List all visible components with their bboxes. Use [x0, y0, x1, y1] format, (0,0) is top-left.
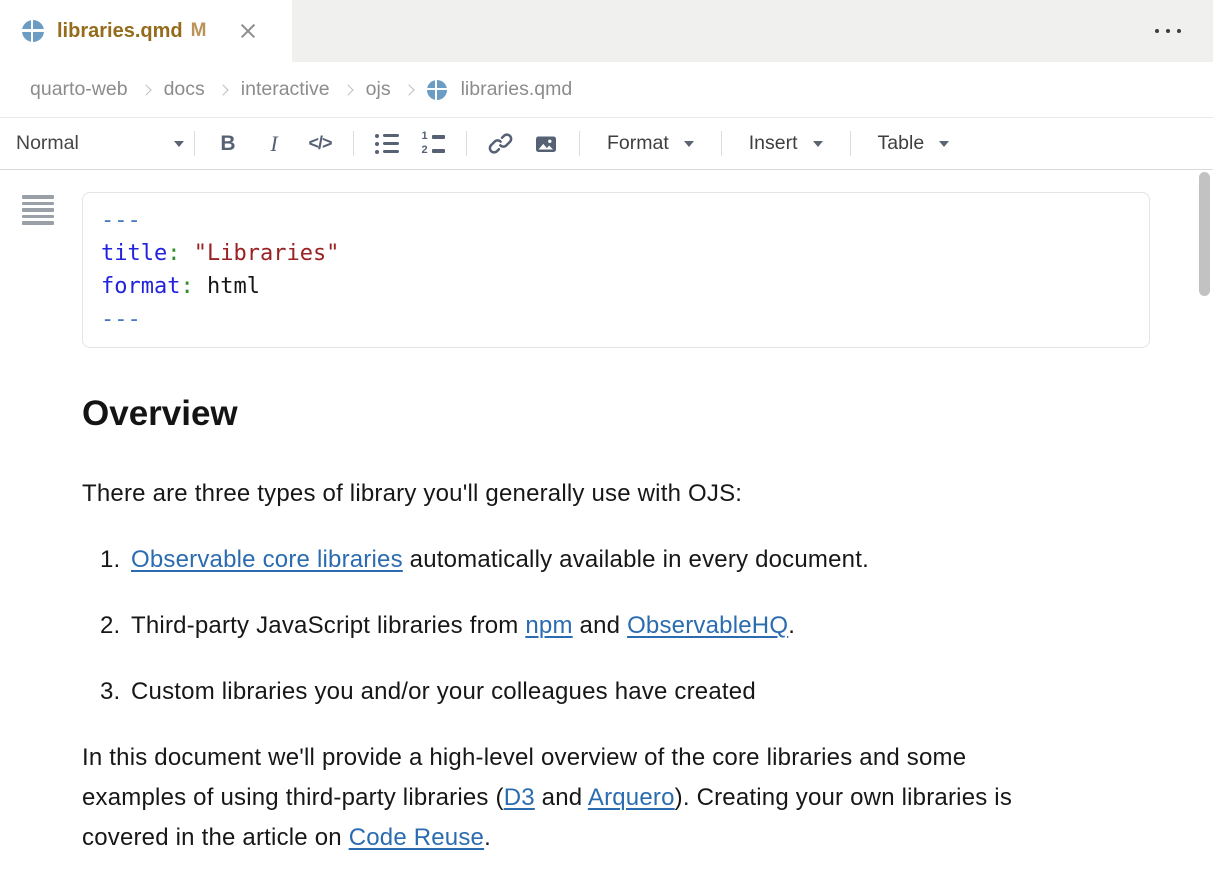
tab-title: libraries.qmd [57, 20, 183, 43]
page-title: Overview [82, 392, 1213, 436]
paragraph-style-value: Normal [16, 132, 79, 155]
list-item-text: Third-party JavaScript libraries from np… [131, 606, 795, 646]
code-button[interactable]: </> [297, 124, 343, 164]
list-marker: 2. [100, 606, 131, 646]
link-arquero[interactable]: Arquero [588, 784, 675, 811]
dropdown-caret-icon [939, 141, 949, 147]
image-icon [533, 132, 559, 156]
breadcrumb: quarto-web docs interactive ojs librarie… [0, 62, 1213, 118]
list-item-text: Observable core libraries automatically … [131, 540, 869, 580]
toolbar-separator [579, 131, 580, 156]
breadcrumb-item-interactive[interactable]: interactive [241, 78, 330, 101]
link-icon [488, 131, 513, 156]
intro-paragraph: There are three types of library you'll … [82, 474, 1067, 514]
list-marker: 3. [100, 672, 131, 712]
breadcrumb-chevron-icon [217, 84, 228, 95]
toolbar-separator [850, 131, 851, 156]
list-item: 2. Third-party JavaScript libraries from… [100, 606, 1067, 646]
quarto-icon [427, 80, 447, 100]
toolbar-separator [194, 131, 195, 156]
insert-menu-label: Insert [749, 132, 798, 155]
bullet-list-button[interactable] [364, 124, 410, 164]
link-d3[interactable]: D3 [504, 784, 535, 811]
link-observablehq[interactable]: ObservableHQ [627, 612, 788, 639]
drag-handle-icon[interactable] [22, 195, 54, 225]
modified-badge: M [191, 20, 207, 42]
outro-paragraph: In this document we'll provide a high-le… [82, 738, 1067, 858]
toolbar-separator [466, 131, 467, 156]
italic-button[interactable]: I [251, 124, 297, 164]
breadcrumb-chevron-icon [140, 84, 151, 95]
dropdown-caret-icon [813, 141, 823, 147]
toolbar-separator [353, 131, 354, 156]
document-editor[interactable]: --- title: "Libraries" format: html --- … [0, 170, 1213, 858]
dropdown-caret-icon [684, 141, 694, 147]
breadcrumb-item-ojs[interactable]: ojs [366, 78, 391, 101]
link-code-reuse[interactable]: Code Reuse [349, 824, 484, 851]
tab-libraries-qmd[interactable]: libraries.qmd M [0, 0, 292, 62]
paragraph-style-select[interactable]: Normal [16, 132, 184, 155]
yaml-line: title: "Libraries" [101, 237, 1131, 270]
numbered-list-icon: 1 2 [422, 131, 445, 156]
breadcrumb-item-file[interactable]: libraries.qmd [461, 78, 573, 101]
library-types-list: 1. Observable core libraries automatical… [82, 540, 1067, 712]
insert-menu[interactable]: Insert [732, 132, 840, 155]
close-icon[interactable] [240, 23, 256, 39]
numbered-list-button[interactable]: 1 2 [410, 124, 456, 164]
yaml-line: format: html [101, 270, 1131, 303]
insert-image-button[interactable] [523, 124, 569, 164]
bullet-list-icon [375, 134, 399, 154]
breadcrumb-item-docs[interactable]: docs [164, 78, 205, 101]
table-menu[interactable]: Table [861, 132, 967, 155]
link-observable-core-libraries[interactable]: Observable core libraries [131, 546, 403, 573]
yaml-metadata-block[interactable]: --- title: "Libraries" format: html --- [82, 192, 1150, 348]
list-marker: 1. [100, 540, 131, 580]
dropdown-caret-icon [174, 141, 184, 147]
list-item-text: Custom libraries you and/or your colleag… [131, 672, 756, 712]
list-item: 3. Custom libraries you and/or your coll… [100, 672, 1067, 712]
scrollbar-thumb[interactable] [1199, 172, 1210, 296]
italic-icon: I [270, 131, 277, 157]
editor-window: libraries.qmd M quarto-web docs interact… [0, 0, 1213, 889]
toolbar-separator [721, 131, 722, 156]
breadcrumb-item-quarto-web[interactable]: quarto-web [30, 78, 128, 101]
bold-icon: B [220, 132, 235, 156]
insert-link-button[interactable] [477, 124, 523, 164]
formatting-toolbar: Normal B I </> 1 2 [0, 118, 1213, 170]
quarto-icon [22, 20, 44, 42]
breadcrumb-chevron-icon [342, 84, 353, 95]
format-menu[interactable]: Format [590, 132, 711, 155]
table-menu-label: Table [878, 132, 925, 155]
yaml-line: --- [101, 303, 1131, 336]
breadcrumb-chevron-icon [403, 84, 414, 95]
code-icon: </> [308, 133, 331, 154]
list-item: 1. Observable core libraries automatical… [100, 540, 1067, 580]
yaml-line: --- [101, 204, 1131, 237]
bold-button[interactable]: B [205, 124, 251, 164]
tab-bar: libraries.qmd M [0, 0, 1213, 62]
format-menu-label: Format [607, 132, 669, 155]
link-npm[interactable]: npm [525, 612, 572, 639]
more-actions-icon[interactable] [1155, 0, 1213, 62]
